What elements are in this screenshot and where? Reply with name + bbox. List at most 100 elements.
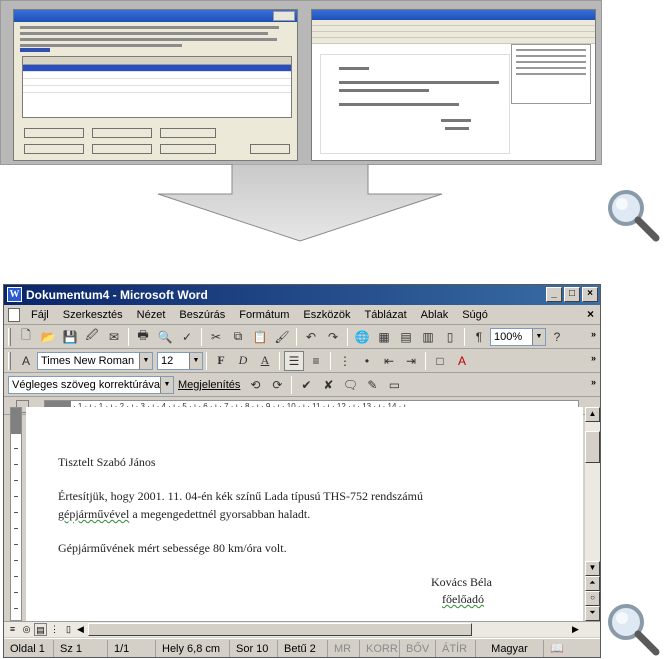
word-app-icon[interactable]: W xyxy=(7,287,22,302)
borders-icon[interactable]: □ xyxy=(430,351,450,371)
underline-button[interactable]: A xyxy=(255,351,275,371)
font-name-combo[interactable]: Times New Roman ▼ xyxy=(37,351,153,370)
vertical-scroll-thumb[interactable] xyxy=(585,431,600,463)
minimize-button[interactable]: _ xyxy=(546,287,562,302)
toolbar-options-icon[interactable]: » xyxy=(591,329,596,339)
open-folder-icon[interactable]: 📂 xyxy=(38,327,58,347)
paste-icon[interactable]: 📋 xyxy=(250,327,270,347)
font-color-icon[interactable]: A xyxy=(452,351,472,371)
normal-view-icon[interactable]: ≡ xyxy=(6,623,19,636)
accept-change-icon[interactable]: ✔ xyxy=(296,375,316,395)
undo-icon[interactable]: ↶ xyxy=(301,327,321,347)
scroll-left-icon[interactable]: ◀ xyxy=(74,623,87,636)
align-left-icon[interactable]: ☰ xyxy=(284,350,304,371)
menu-tools[interactable]: Eszközök xyxy=(296,309,357,321)
bullets-icon[interactable]: • xyxy=(357,351,377,371)
copy-icon[interactable]: ⧉ xyxy=(228,327,248,347)
toolbar-options-icon[interactable]: » xyxy=(591,353,596,363)
tables-borders-icon[interactable]: ▦ xyxy=(374,327,394,347)
next-page-icon[interactable]: ⏷ xyxy=(585,606,600,621)
vertical-ruler[interactable] xyxy=(10,407,22,621)
email-icon[interactable]: ✉ xyxy=(104,327,124,347)
horizontal-scrollbar[interactable]: ≡ ◎ ▤ ⋮ ▯ ◀ ▶ xyxy=(4,621,600,637)
status-ext[interactable]: BŐV xyxy=(400,639,436,657)
menu-help[interactable]: Súgó xyxy=(455,309,495,321)
signature-title[interactable]: főelőadó xyxy=(442,592,484,607)
help-icon[interactable]: ? xyxy=(547,327,567,347)
show-hide-icon[interactable]: ¶ xyxy=(469,327,489,347)
scroll-down-icon[interactable]: ▼ xyxy=(585,561,600,576)
bold-button[interactable]: F xyxy=(211,351,231,371)
print-layout-icon[interactable]: ▤ xyxy=(34,623,47,636)
menu-table[interactable]: Táblázat xyxy=(357,309,413,321)
menu-insert[interactable]: Beszúrás xyxy=(172,309,232,321)
previous-page-icon[interactable]: ⏶ xyxy=(585,576,600,591)
track-changes-icon[interactable]: ✎ xyxy=(362,375,382,395)
paragraph-1-line-1[interactable]: Értesítjük, hogy 2001. 11. 04-én kék szí… xyxy=(58,489,423,504)
spelling-status-icon[interactable]: 📖 xyxy=(544,640,570,658)
permission-icon[interactable]: 🖉 xyxy=(82,327,102,347)
document-close-button[interactable]: × xyxy=(587,307,594,321)
grammar-flagged-word[interactable]: főelőadó xyxy=(442,592,484,606)
chevron-down-icon[interactable]: ▼ xyxy=(532,328,545,345)
save-icon[interactable]: 💾 xyxy=(60,327,80,347)
vertical-scrollbar[interactable]: ▲ ▼ ⏶ ○ ⏷ xyxy=(585,407,600,621)
print-icon[interactable]: 🖶 xyxy=(133,327,153,347)
insert-table-icon[interactable]: ▤ xyxy=(396,327,416,347)
numbering-icon[interactable]: ⋮ xyxy=(335,351,355,371)
format-painter-icon[interactable]: 🖌 xyxy=(272,327,292,347)
scroll-up-icon[interactable]: ▲ xyxy=(585,407,600,422)
chevron-down-icon[interactable]: ▼ xyxy=(189,352,202,369)
status-language[interactable]: Magyar xyxy=(476,639,544,657)
font-size-combo[interactable]: 12 ▼ xyxy=(157,351,203,370)
chevron-down-icon[interactable]: ▼ xyxy=(160,376,173,393)
paragraph-1-line-2[interactable]: gépjárművével a megengedettnél gyorsabba… xyxy=(58,507,310,522)
next-change-icon[interactable]: ⟳ xyxy=(267,375,287,395)
new-document-icon[interactable]: 🗋 xyxy=(16,327,36,347)
scroll-right-icon[interactable]: ▶ xyxy=(569,623,582,636)
print-preview-icon[interactable]: 🔍 xyxy=(155,327,175,347)
menu-window[interactable]: Ablak xyxy=(414,309,456,321)
menu-file[interactable]: Fájl xyxy=(24,309,56,321)
zoom-combo[interactable]: 100% ▼ xyxy=(490,327,546,346)
cut-icon[interactable]: ✂ xyxy=(206,327,226,347)
display-for-review-combo[interactable]: Végleges szöveg korrektúrával ▼ xyxy=(8,375,174,394)
insert-comment-icon[interactable]: 🗨 xyxy=(340,375,360,395)
outline-view-icon[interactable]: ⋮ xyxy=(48,623,61,636)
align-center-icon[interactable]: ≡ xyxy=(306,351,326,371)
italic-button[interactable]: D xyxy=(233,351,253,371)
select-browse-object-icon[interactable]: ○ xyxy=(585,591,600,606)
magnifier-icon[interactable] xyxy=(602,184,662,244)
toolbar-options-icon[interactable]: » xyxy=(591,377,596,387)
web-layout-icon[interactable]: ◎ xyxy=(20,623,33,636)
horizontal-scroll-thumb[interactable] xyxy=(88,623,472,636)
title-bar[interactable]: W Dokumentum4 - Microsoft Word _ □ × xyxy=(4,285,600,305)
columns-icon[interactable]: ▯ xyxy=(440,327,460,347)
status-trk[interactable]: KORR xyxy=(360,639,400,657)
chevron-down-icon[interactable]: ▼ xyxy=(139,352,152,369)
menu-format[interactable]: Formátum xyxy=(232,309,296,321)
menu-edit[interactable]: Szerkesztés xyxy=(56,309,130,321)
hyperlink-icon[interactable]: 🌐 xyxy=(352,327,372,347)
status-rec[interactable]: MR xyxy=(328,639,360,657)
reject-change-icon[interactable]: ✘ xyxy=(318,375,338,395)
paragraph-2[interactable]: Gépjárművének mért sebessége 80 km/óra v… xyxy=(58,541,287,556)
close-button[interactable]: × xyxy=(582,287,598,302)
previous-change-icon[interactable]: ⟲ xyxy=(245,375,265,395)
increase-indent-icon[interactable]: ⇥ xyxy=(401,351,421,371)
styles-icon[interactable]: A xyxy=(16,351,36,371)
reviewing-pane-icon[interactable]: ▭ xyxy=(384,375,404,395)
document-icon[interactable] xyxy=(8,307,20,322)
signature-name[interactable]: Kovács Béla xyxy=(431,575,492,590)
greeting-text[interactable]: Tisztelt Szabó János xyxy=(58,455,156,470)
magnifier-icon[interactable] xyxy=(602,598,662,658)
show-menu-button[interactable]: Megjelenítés xyxy=(174,379,244,391)
redo-icon[interactable]: ↷ xyxy=(323,327,343,347)
document-page[interactable]: Tisztelt Szabó János Értesítjük, hogy 20… xyxy=(26,407,583,621)
maximize-button[interactable]: □ xyxy=(564,287,580,302)
spelling-icon[interactable]: ✓ xyxy=(177,327,197,347)
decrease-indent-icon[interactable]: ⇤ xyxy=(379,351,399,371)
menu-view[interactable]: Nézet xyxy=(130,309,173,321)
insert-excel-icon[interactable]: ▥ xyxy=(418,327,438,347)
status-ovr[interactable]: ÁTÍR xyxy=(436,639,476,657)
